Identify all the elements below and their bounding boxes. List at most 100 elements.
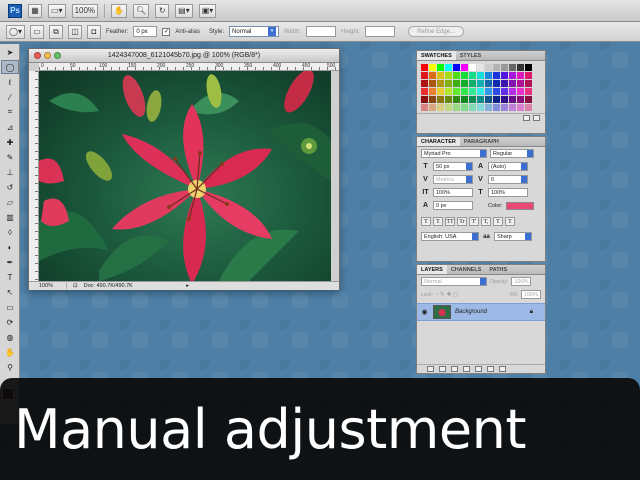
arrange-documents-button[interactable]: ▤▾: [175, 3, 193, 18]
color-swatch[interactable]: [509, 72, 516, 79]
color-swatch[interactable]: [501, 72, 508, 79]
color-swatch[interactable]: [437, 96, 444, 103]
faux-italic-button[interactable]: T: [433, 217, 443, 226]
tab-styles[interactable]: STYLES: [456, 51, 485, 60]
lasso-tool-icon[interactable]: ℓ: [1, 75, 19, 89]
color-swatch[interactable]: [509, 80, 516, 87]
color-swatch[interactable]: [525, 104, 532, 111]
color-swatch[interactable]: [453, 72, 460, 79]
color-swatch[interactable]: [517, 80, 524, 87]
color-swatch[interactable]: [485, 96, 492, 103]
color-swatch[interactable]: [525, 72, 532, 79]
link-layers-icon[interactable]: [427, 366, 434, 372]
kerning-field[interactable]: Metrics: [433, 175, 473, 184]
baseline-shift-field[interactable]: 0 px: [433, 201, 473, 210]
color-swatch[interactable]: [509, 88, 516, 95]
color-swatch[interactable]: [429, 88, 436, 95]
zoom-tool-icon[interactable]: ⚲: [1, 360, 19, 374]
color-swatch[interactable]: [469, 104, 476, 111]
color-swatch[interactable]: [421, 88, 428, 95]
marquee-preset-button[interactable]: ◯▾: [6, 24, 25, 39]
color-swatch[interactable]: [421, 80, 428, 87]
move-tool-icon[interactable]: ➤: [1, 45, 19, 59]
launch-bridge-button[interactable]: ▦: [28, 3, 42, 18]
view-extras-button[interactable]: ▭▾: [48, 3, 66, 18]
color-swatch[interactable]: [493, 96, 500, 103]
color-swatch[interactable]: [437, 64, 444, 71]
font-size-field[interactable]: 50 px: [433, 162, 473, 171]
color-swatch[interactable]: [445, 88, 452, 95]
healing-brush-tool-icon[interactable]: ✚: [1, 135, 19, 149]
eyedropper-tool-icon[interactable]: ⊿: [1, 120, 19, 134]
crop-tool-icon[interactable]: ⌗: [1, 105, 19, 119]
color-swatch[interactable]: [461, 64, 468, 71]
hand-tool-button[interactable]: ✋: [111, 3, 128, 18]
color-swatch[interactable]: [493, 72, 500, 79]
path-selection-tool-icon[interactable]: ↖: [1, 285, 19, 299]
color-swatch[interactable]: [477, 72, 484, 79]
color-swatch[interactable]: [525, 64, 532, 71]
color-swatch[interactable]: [437, 72, 444, 79]
layer-style-icon[interactable]: [439, 366, 446, 372]
color-swatch[interactable]: [421, 96, 428, 103]
color-swatch[interactable]: [525, 88, 532, 95]
3d-rotate-tool-icon[interactable]: ⟳: [1, 315, 19, 329]
color-swatch[interactable]: [429, 80, 436, 87]
add-mask-icon[interactable]: [451, 366, 458, 372]
fill-field[interactable]: 100%: [521, 290, 541, 299]
color-swatch[interactable]: [453, 88, 460, 95]
color-swatch[interactable]: [485, 104, 492, 111]
vertical-scale-field[interactable]: 100%: [433, 188, 473, 197]
adjustment-layer-icon[interactable]: [463, 366, 470, 372]
color-swatch[interactable]: [461, 72, 468, 79]
color-swatch[interactable]: [485, 80, 492, 87]
shape-tool-icon[interactable]: ▭: [1, 300, 19, 314]
image-canvas[interactable]: [39, 71, 331, 281]
gradient-tool-icon[interactable]: ▥: [1, 210, 19, 224]
rotate-view-button[interactable]: ↻: [155, 3, 170, 18]
superscript-button[interactable]: T': [469, 217, 479, 226]
color-swatch[interactable]: [493, 88, 500, 95]
color-swatch[interactable]: [477, 96, 484, 103]
color-swatch[interactable]: [429, 64, 436, 71]
faux-bold-button[interactable]: T: [421, 217, 431, 226]
color-swatch[interactable]: [469, 80, 476, 87]
color-swatch[interactable]: [509, 64, 516, 71]
color-swatch[interactable]: [461, 88, 468, 95]
color-swatch[interactable]: [445, 72, 452, 79]
layer-row-background[interactable]: ◉ Background 🔒︎: [417, 303, 545, 321]
status-arrow-icon[interactable]: ▸: [186, 283, 189, 289]
zoom-tool-button[interactable]: 🔍︎: [133, 3, 150, 18]
color-swatch[interactable]: [445, 96, 452, 103]
subscript-button[interactable]: T,: [481, 217, 491, 226]
add-selection-button[interactable]: ⧉: [48, 24, 63, 39]
tab-paths[interactable]: PATHS: [485, 265, 511, 274]
font-family-select[interactable]: Myriad Pro: [421, 149, 487, 158]
color-swatch[interactable]: [517, 72, 524, 79]
color-swatch[interactable]: [485, 72, 492, 79]
font-style-select[interactable]: Regular: [490, 149, 534, 158]
color-swatch[interactable]: [493, 80, 500, 87]
color-swatch[interactable]: [509, 96, 516, 103]
color-swatch[interactable]: [469, 64, 476, 71]
vertical-ruler[interactable]: [29, 71, 39, 281]
color-swatch[interactable]: [501, 96, 508, 103]
color-swatch[interactable]: [501, 64, 508, 71]
history-brush-tool-icon[interactable]: ↺: [1, 180, 19, 194]
brush-tool-icon[interactable]: ✎: [1, 150, 19, 164]
style-select[interactable]: Normal ▾: [229, 26, 280, 37]
tracking-field[interactable]: 0: [488, 175, 528, 184]
color-swatch[interactable]: [461, 104, 468, 111]
elliptical-marquee-tool-icon[interactable]: ◯: [1, 60, 19, 74]
tab-paragraph[interactable]: PARAGRAPH: [460, 137, 503, 146]
color-swatch[interactable]: [429, 96, 436, 103]
color-swatch[interactable]: [453, 104, 460, 111]
color-swatch[interactable]: [437, 88, 444, 95]
all-caps-button[interactable]: TT: [445, 217, 455, 226]
color-swatch[interactable]: [517, 64, 524, 71]
refine-edge-button[interactable]: Refine Edge...: [408, 26, 465, 37]
pen-tool-icon[interactable]: ✒: [1, 255, 19, 269]
color-swatch[interactable]: [509, 104, 516, 111]
trash-icon[interactable]: [533, 115, 540, 121]
blur-tool-icon[interactable]: ◊: [1, 225, 19, 239]
